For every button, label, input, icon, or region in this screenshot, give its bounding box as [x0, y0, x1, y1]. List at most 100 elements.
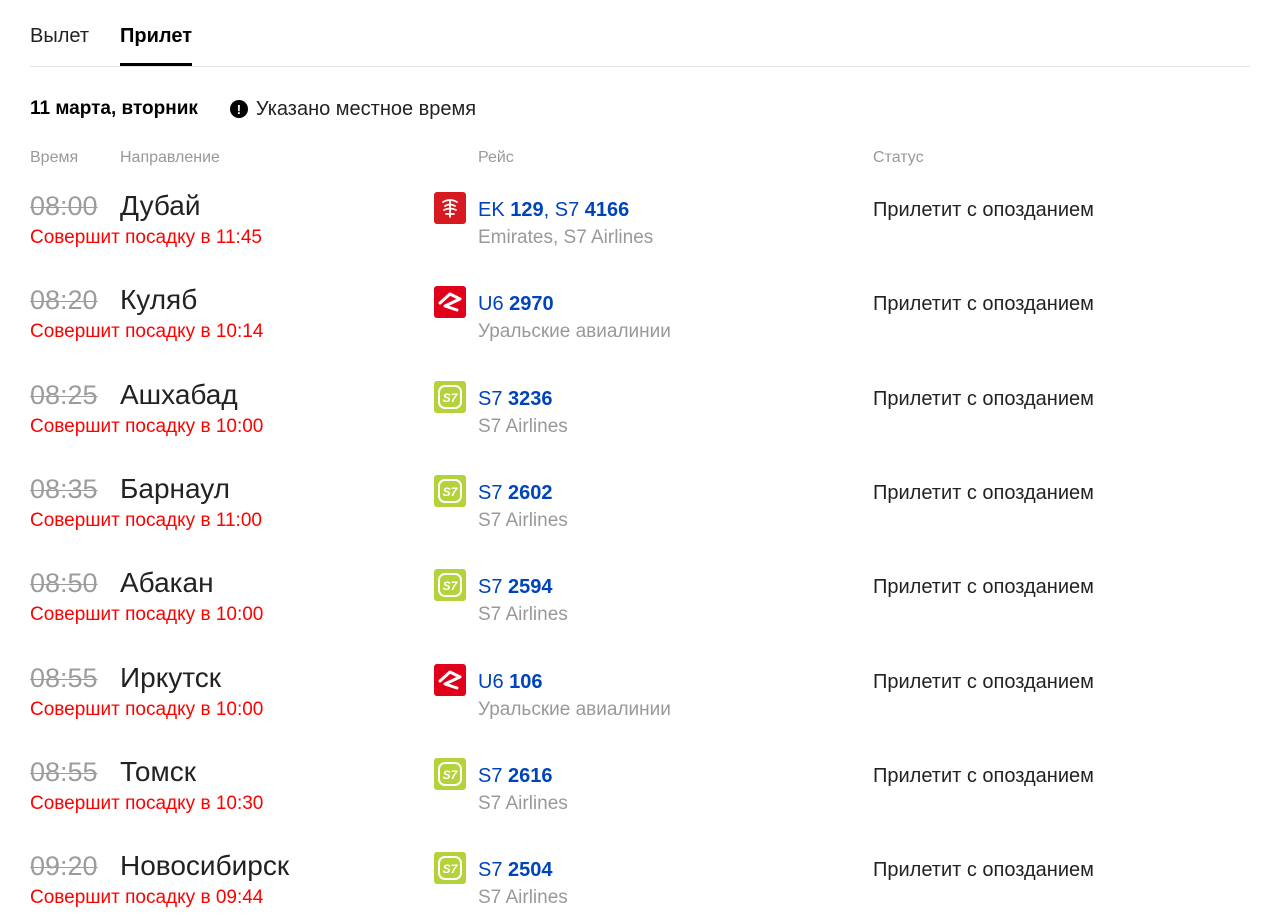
- emirates-logo: [434, 192, 466, 224]
- scheduled-time: 08:35: [30, 474, 98, 504]
- landing-estimate: Совершит посадку в 11:45: [30, 227, 262, 248]
- flight-number: 2504: [508, 859, 553, 881]
- s7-logo: S7: [434, 758, 466, 790]
- flight-number: 106: [509, 671, 543, 693]
- airline-name: S7 Airlines: [478, 887, 568, 908]
- flight-row[interactable]: 08:20 Куляб Совершит посадку в 10:14 U6 297…: [0, 284, 1280, 378]
- landing-estimate: Совершит посадку в 10:14: [30, 321, 264, 342]
- origin-city: Дубай: [120, 190, 201, 221]
- landing-estimate: Совершит посадку в 10:00: [30, 604, 264, 625]
- s7-logo: S7: [434, 852, 466, 884]
- scheduled-time: 08:55: [30, 757, 98, 787]
- flight-status: Прилетит с опозданием: [873, 765, 1094, 787]
- airline-name: Уральские авиалинии: [478, 699, 671, 720]
- column-header-flight: Рейс: [478, 149, 514, 166]
- flight-row[interactable]: 08:25 Ашхабад Совершит посадку в 10:00 S7 S7…: [0, 379, 1280, 473]
- flight-number-link[interactable]: S7 2504: [478, 858, 553, 882]
- carrier-code: EK: [478, 199, 505, 221]
- landing-estimate: Совершит посадку в 09:44: [30, 887, 264, 908]
- origin-city: Куляб: [120, 284, 198, 315]
- flight-status: Прилетит с опозданием: [873, 859, 1094, 881]
- scheduled-time: 08:20: [30, 285, 98, 315]
- date-label: 11 марта, вторник: [30, 98, 198, 119]
- flight-row[interactable]: 08:55 Иркутск Совершит посадку в 10:00 U6 1…: [0, 662, 1280, 756]
- flight-number-link[interactable]: S7 3236: [478, 387, 553, 411]
- date-row: 11 марта, вторник ! Указано местное врем…: [30, 97, 476, 121]
- carrier-code: U6: [478, 293, 504, 315]
- local-time-notice: ! Указано местное время: [229, 97, 477, 121]
- landing-estimate: Совершит посадку в 10:00: [30, 416, 264, 437]
- airline-name: S7 Airlines: [478, 416, 568, 437]
- origin-city: Ашхабад: [120, 379, 238, 410]
- tab-arrivals-label: Прилет: [120, 25, 192, 47]
- ural-airlines-logo: [434, 664, 466, 696]
- s7-logo: S7: [434, 381, 466, 413]
- flight-number: 4166: [584, 199, 630, 221]
- landing-estimate: Совершит посадку в 10:00: [30, 699, 264, 720]
- flight-number: 2616: [508, 765, 553, 787]
- landing-estimate: Совершит посадку в 11:00: [30, 510, 262, 531]
- flight-number: 2970: [509, 293, 554, 315]
- carrier-code: S7: [478, 388, 503, 410]
- svg-text:S7: S7: [443, 485, 459, 499]
- scheduled-time: 08:00: [30, 191, 98, 221]
- column-header-status: Статус: [873, 149, 924, 166]
- origin-city: Барнаул: [120, 473, 230, 504]
- origin-city: Томск: [120, 756, 196, 787]
- tab-departures[interactable]: Вылет: [30, 24, 89, 48]
- svg-text:S7: S7: [443, 862, 459, 876]
- flight-number: 2602: [508, 482, 553, 504]
- column-header-direction: Направление: [120, 149, 220, 166]
- svg-text:S7: S7: [443, 391, 459, 405]
- airline-name: S7 Airlines: [478, 510, 568, 531]
- carrier-code: S7: [478, 576, 503, 598]
- flight-row[interactable]: 08:55 Томск Совершит посадку в 10:30 S7 S7 2…: [0, 756, 1280, 850]
- scheduled-time: 08:50: [30, 568, 98, 598]
- carrier-code: S7: [554, 199, 580, 221]
- airline-name: Emirates, S7 Airlines: [478, 227, 654, 248]
- flight-status: Прилетит с опозданием: [873, 671, 1094, 693]
- flight-status: Прилетит с опозданием: [873, 388, 1094, 410]
- svg-text:S7: S7: [443, 768, 459, 782]
- airline-name: S7 Airlines: [478, 793, 568, 814]
- landing-estimate: Совершит посадку в 10:30: [30, 793, 264, 814]
- flight-number-link[interactable]: S7 2602: [478, 481, 553, 505]
- origin-city: Новосибирск: [120, 850, 290, 881]
- flight-number: 3236: [508, 388, 553, 410]
- active-tab-underline: [120, 63, 192, 66]
- flight-status: Прилетит с опозданием: [873, 199, 1094, 221]
- flight-number: 2594: [508, 576, 553, 598]
- flight-row[interactable]: 08:00 Дубай Совершит посадку в 11:45 EK 129…: [0, 190, 1280, 284]
- scheduled-time: 08:25: [30, 380, 98, 410]
- carrier-code: S7: [478, 765, 503, 787]
- flight-status: Прилетит с опозданием: [873, 576, 1094, 598]
- airline-name: S7 Airlines: [478, 604, 568, 625]
- flight-board: Вылет Прилет 11 марта, вторник ! Указано…: [0, 0, 1280, 921]
- flight-number-link[interactable]: S7 2616: [478, 764, 553, 788]
- svg-text:S7: S7: [443, 579, 459, 593]
- scheduled-time: 08:55: [30, 663, 98, 693]
- s7-logo: S7: [434, 569, 466, 601]
- column-header-time: Время: [30, 149, 79, 166]
- flight-status: Прилетит с опозданием: [873, 482, 1094, 504]
- flight-row[interactable]: 08:50 Абакан Совершит посадку в 10:00 S7 S7 …: [0, 567, 1280, 661]
- origin-city: Абакан: [120, 567, 214, 598]
- flight-status: Прилетит с опозданием: [873, 293, 1094, 315]
- flight-row[interactable]: 08:35 Барнаул Совершит посадку в 11:00 S7 S7…: [0, 473, 1280, 567]
- scheduled-time: 09:20: [30, 851, 98, 881]
- origin-city: Иркутск: [120, 662, 222, 693]
- s7-logo: S7: [434, 475, 466, 507]
- flight-row[interactable]: 09:20 Новосибирск Совершит посадку в 09:44…: [0, 850, 1280, 921]
- tab-arrivals[interactable]: Прилет: [120, 24, 192, 66]
- flight-number: 129: [510, 199, 544, 221]
- flight-number-link[interactable]: S7 2594: [478, 575, 553, 599]
- notice-text: Указано местное время: [255, 97, 477, 120]
- ural-airlines-logo: [434, 286, 466, 318]
- flight-number-link[interactable]: U6 106: [478, 670, 543, 694]
- exclamation-icon: !: [229, 100, 248, 118]
- carrier-code: S7: [478, 482, 503, 504]
- flight-number-link[interactable]: EK 129, S7 4166: [478, 198, 629, 222]
- code-separator: ,: [543, 199, 555, 221]
- flight-number-link[interactable]: U6 2970: [478, 292, 554, 316]
- carrier-code: U6: [478, 671, 504, 693]
